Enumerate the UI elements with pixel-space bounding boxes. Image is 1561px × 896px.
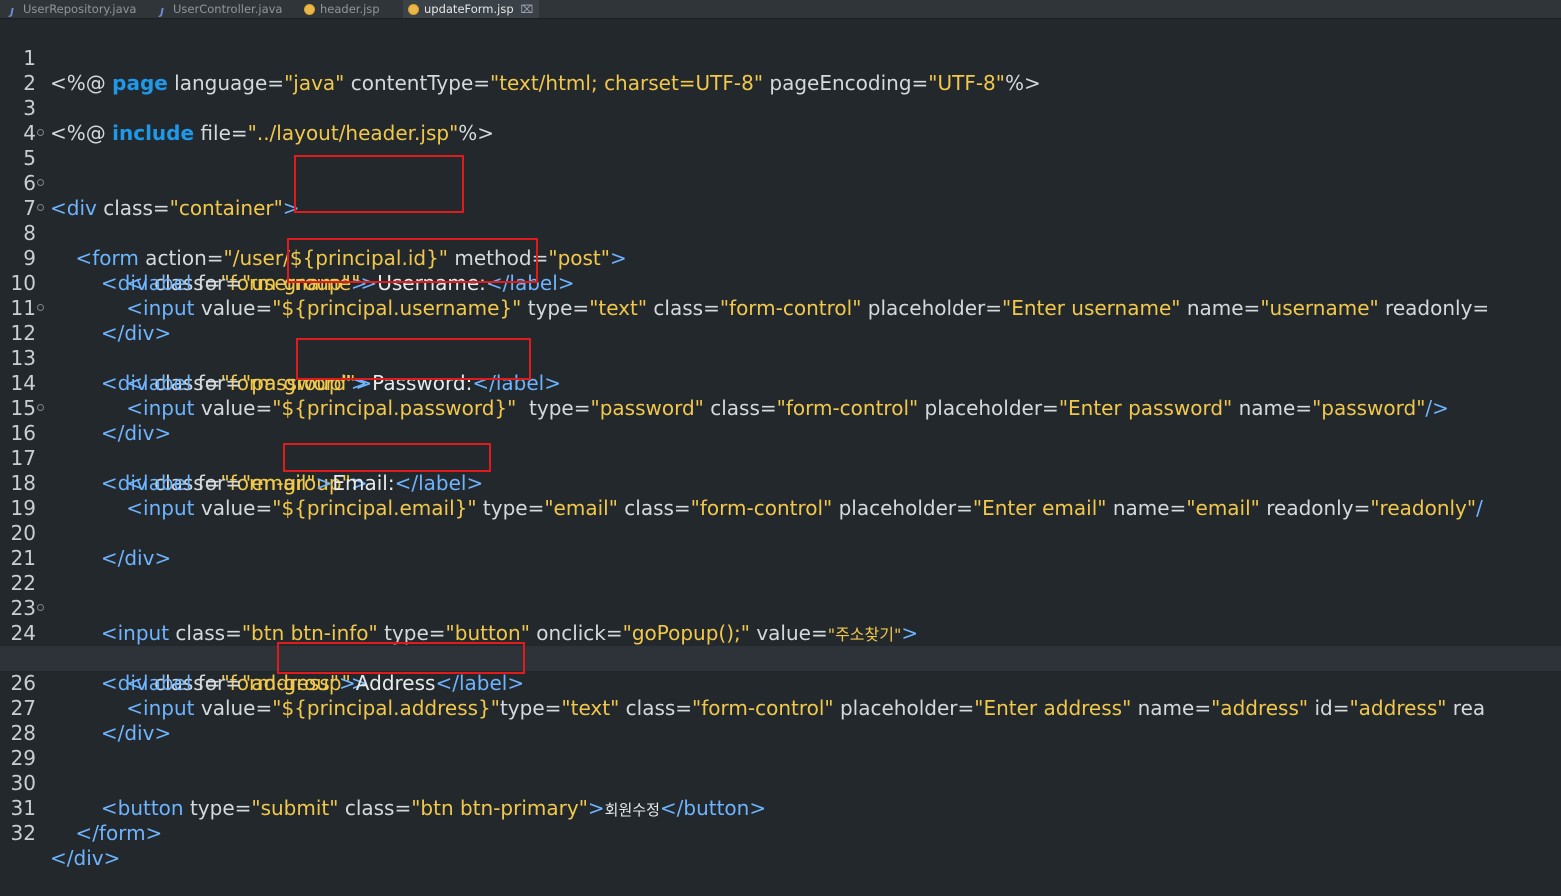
code-line: 18 <input value="${principal.email}" typ… [0,446,1561,520]
code-line: 7 <form action="/user/${principal.id}" m… [0,171,1561,270]
code-line: 9 <label for="username">Username:</label… [0,221,1561,295]
jsp-file-icon [304,4,315,15]
code-line: 28 [0,696,1561,745]
code-line: 2 [0,46,1561,95]
code-line: 16 <div class="form-group"> [0,396,1561,495]
tab-label: UserRepository.java [23,2,137,16]
code-line: 22 [0,546,1561,595]
code-line: 8 <div class="form-group"> [0,196,1561,295]
code-line: 30 <button type="submit" class="btn btn-… [0,746,1561,820]
code-text: </div> [50,846,121,870]
close-tab-icon[interactable]: ⌧ [521,3,534,16]
tab-usercontroller[interactable]: J UserController.java [156,0,282,18]
code-editor[interactable]: 1 <%@ page language="java" contentType="… [0,19,1561,870]
code-line: 25 <label for="address">Address</label> [0,621,1561,695]
tab-header-jsp[interactable]: header.jsp [304,0,380,18]
fold-toggle-icon[interactable] [37,604,44,611]
code-line: 12 <div class="form-group"> [0,296,1561,395]
code-line: 13 <label for="password">Password:</labe… [0,321,1561,395]
line-number: 32 [10,821,36,845]
tab-label: updateForm.jsp [424,2,514,16]
fold-toggle-icon[interactable] [37,404,44,411]
code-line: 32 </div> [0,796,1561,870]
code-line: 3 <%@ include file="../layout/header.jsp… [0,71,1561,145]
code-line: 19 [0,471,1561,520]
code-line: 15 </div> [0,371,1561,445]
tab-label: UserController.java [173,2,283,16]
code-line: 27 </div> [0,671,1561,745]
code-line: 4 [0,96,1561,145]
code-line: 29 [0,721,1561,770]
code-line: 6 [0,146,1561,195]
code-line: 10 <input value="${principal.username}" … [0,246,1561,320]
code-line: 23 <input class="btn btn-info" type="but… [0,571,1561,645]
code-line-current: 26 <input value="${principal.address}"ty… [0,646,1561,720]
fold-toggle-icon[interactable] [37,304,44,311]
fold-toggle-icon[interactable] [37,204,44,211]
code-line: 20 </div> [0,496,1561,570]
java-file-icon: J [10,7,14,18]
fold-toggle-icon[interactable] [37,179,44,186]
code-line: 17 <label for="email">Email:</label> [0,421,1561,495]
code-line: 11 </div> [0,271,1561,345]
editor-tab-bar: J UserRepository.java J UserController.jav… [0,0,1561,19]
tab-label: header.jsp [320,2,380,16]
code-line: 31 </form> [0,771,1561,845]
java-file-icon: J [160,7,164,18]
code-line: 1 <%@ page language="java" contentType="… [0,21,1561,95]
fold-toggle-icon[interactable] [37,129,44,136]
code-text: </form> [50,821,163,845]
code-line: 5 <div class="container"> [0,121,1561,220]
code-line: 24 <div class="form-group"> [0,596,1561,695]
tab-userrepository[interactable]: J UserRepository.java [6,0,136,18]
highlight-box-principal-address [277,642,525,674]
highlight-box-principal-username [287,238,538,283]
tab-updateform-jsp[interactable]: updateForm.jsp ⌧ [403,0,540,18]
highlight-box-principal-id [294,155,464,213]
highlight-box-principal-email [283,443,491,472]
jsp-file-icon [408,4,419,15]
highlight-box-principal-password [296,338,531,380]
code-line: 14 <input value="${principal.password}" … [0,346,1561,420]
code-line: 21 [0,521,1561,570]
